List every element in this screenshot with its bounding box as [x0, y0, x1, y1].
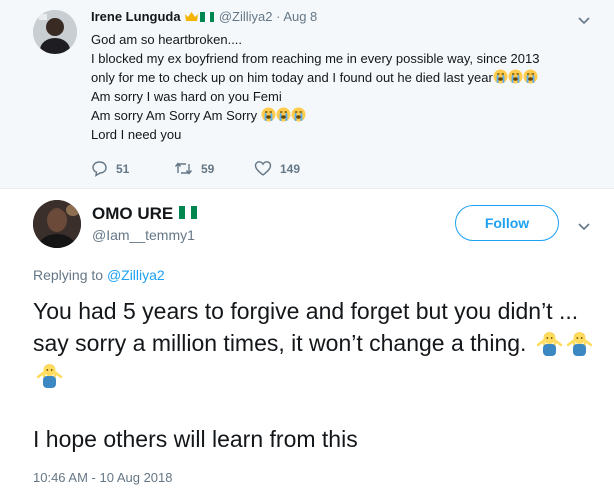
chevron-down-icon[interactable]	[578, 218, 590, 236]
like-count: 149	[280, 162, 301, 176]
heart-icon	[254, 161, 272, 176]
main-handle[interactable]: @Iam__temmy1	[92, 227, 195, 243]
loudly-crying-face-icon	[523, 69, 538, 84]
person-shrugging-icon	[566, 329, 593, 356]
main-display-name[interactable]: OMO URE	[92, 204, 198, 224]
loudly-crying-face-icon	[508, 69, 523, 84]
parent-handle[interactable]: @Zilliya2	[219, 9, 273, 24]
parent-line: I blocked my ex boyfriend from reaching …	[91, 51, 540, 66]
tweet-paragraph: You had 5 years to forgive and forget bu…	[33, 295, 603, 391]
loudly-crying-face-icon	[261, 107, 276, 122]
parent-tweet[interactable]: Irene Lunguda @Zilliya2 · Aug 8 God am s…	[0, 0, 614, 189]
retweet-button[interactable]: 59	[174, 160, 214, 177]
parent-date[interactable]: · Aug 8	[276, 9, 317, 24]
parent-line: Am sorry I was hard on you Femi	[91, 89, 282, 104]
person-shrugging-icon	[536, 329, 563, 356]
tweet-timestamp[interactable]: 10:46 AM - 10 Aug 2018	[33, 470, 173, 485]
replying-to: Replying to @Zilliya2	[33, 267, 165, 283]
parent-tweet-text: God am so heartbroken.... I blocked my e…	[91, 30, 601, 144]
retweet-icon	[174, 162, 193, 175]
parent-header: Irene Lunguda @Zilliya2 · Aug 8	[91, 9, 317, 24]
main-avatar[interactable]	[33, 200, 81, 248]
parent-avatar[interactable]	[33, 10, 77, 54]
parent-line-with-emoji: only for me to check up on him today and…	[91, 68, 601, 87]
reply-icon	[92, 161, 107, 177]
follow-button[interactable]: Follow	[455, 205, 559, 241]
parent-line-with-emoji: Am sorry Am Sorry Am Sorry	[91, 106, 601, 125]
nigeria-flag-icon	[200, 12, 215, 22]
parent-line: Lord I need you	[91, 127, 182, 142]
reply-count: 51	[116, 162, 130, 176]
reply-button[interactable]: 51	[91, 160, 129, 177]
person-shrugging-icon	[36, 361, 63, 388]
tweet-paragraph: I hope others will learn from this	[33, 426, 358, 452]
like-button[interactable]: 149	[254, 160, 300, 177]
main-tweet-text: You had 5 years to forgive and forget bu…	[33, 295, 603, 455]
loudly-crying-face-icon	[291, 107, 306, 122]
loudly-crying-face-icon	[493, 69, 508, 84]
parent-line: God am so heartbroken....	[91, 32, 243, 47]
chevron-down-icon[interactable]	[578, 12, 590, 30]
replying-to-link[interactable]: @Zilliya2	[107, 267, 165, 283]
crown-icon	[184, 10, 199, 21]
loudly-crying-face-icon	[276, 107, 291, 122]
nigeria-flag-icon	[178, 206, 197, 219]
retweet-count: 59	[201, 162, 215, 176]
parent-display-name[interactable]: Irene Lunguda	[91, 9, 181, 24]
